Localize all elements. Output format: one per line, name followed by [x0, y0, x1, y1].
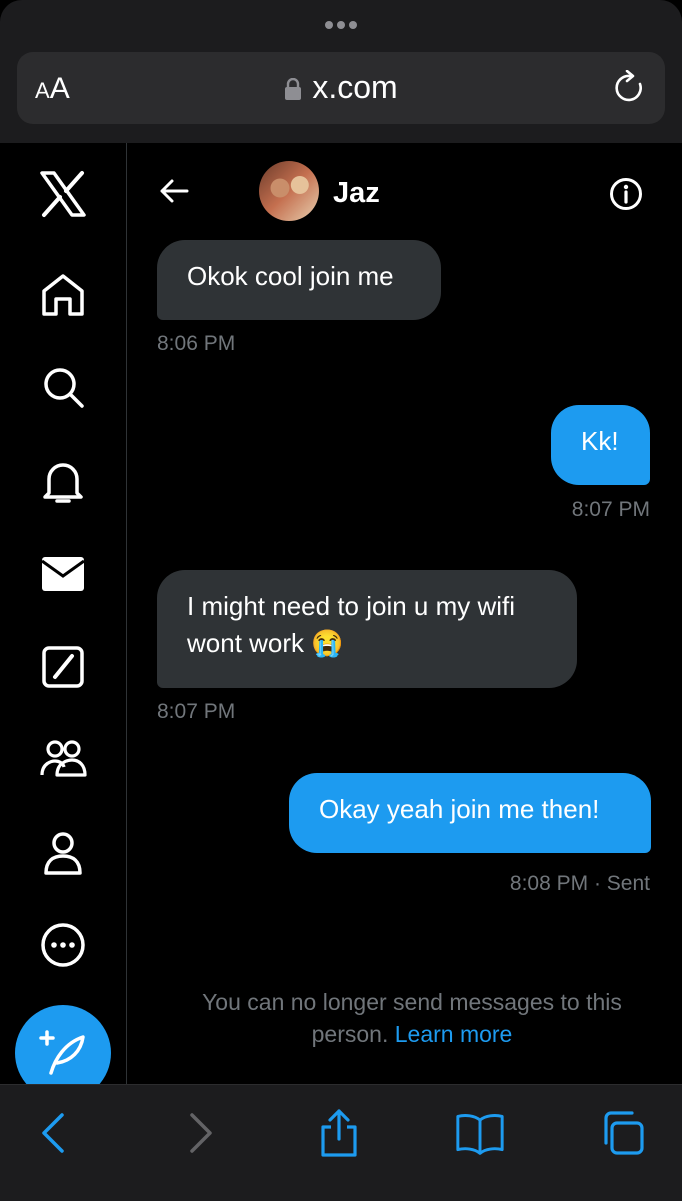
message-timestamp-status: 8:08 PM · Sent — [509, 872, 650, 895]
url-text: x.com — [312, 69, 398, 105]
bookmarks-icon[interactable] — [456, 1109, 504, 1157]
back-arrow-icon[interactable] — [159, 176, 189, 206]
browser-bottom-toolbar — [0, 1084, 682, 1201]
message-text-line: wont work 😭 — [187, 628, 344, 658]
address-bar[interactable]: AA x.com — [17, 52, 665, 124]
message-bubble-incoming[interactable]: I might need to join u my wifi wont work… — [157, 570, 577, 688]
conversation-panel: Jaz Okok cool join me 8:06 PM Kk! 8:07 P… — [127, 143, 682, 1084]
conversation-header: Jaz — [127, 143, 682, 241]
communities-icon[interactable] — [39, 735, 87, 783]
home-icon[interactable] — [39, 271, 87, 319]
message-bubble-outgoing[interactable]: Kk! — [551, 405, 650, 485]
message-timestamp: 8:07 PM — [571, 498, 650, 521]
search-icon[interactable] — [39, 363, 87, 411]
reload-icon[interactable] — [613, 70, 647, 106]
more-dots-icon[interactable] — [0, 16, 682, 34]
message-text-line: I might need to join u my wifi — [187, 591, 516, 621]
grok-icon[interactable] — [39, 643, 87, 691]
notice-text: You can no longer send messages to this — [202, 989, 622, 1015]
more-icon[interactable] — [39, 921, 87, 969]
message-timestamp: 8:07 PM — [157, 700, 236, 723]
notice-text: person. — [311, 1021, 389, 1047]
lock-icon — [285, 78, 302, 100]
back-icon[interactable] — [30, 1109, 78, 1157]
mail-icon[interactable] — [39, 549, 87, 597]
contact-name[interactable]: Jaz — [333, 177, 380, 210]
cannot-message-notice: You can no longer send messages to this … — [167, 986, 657, 1050]
message-bubble-incoming[interactable]: Okok cool join me — [157, 240, 441, 320]
avatar[interactable] — [259, 161, 319, 221]
forward-icon[interactable] — [176, 1109, 224, 1157]
message-timestamp: 8:06 PM — [157, 332, 236, 355]
info-icon[interactable] — [609, 177, 643, 211]
x-logo-icon[interactable] — [39, 170, 87, 218]
share-icon[interactable] — [315, 1109, 363, 1157]
browser-top-bar: AA x.com — [0, 0, 682, 143]
message-bubble-outgoing[interactable]: Okay yeah join me then! — [289, 773, 651, 853]
side-navigation — [0, 143, 127, 1101]
learn-more-link[interactable]: Learn more — [395, 1021, 513, 1047]
compose-post-icon — [39, 1030, 85, 1075]
bell-icon[interactable] — [39, 457, 87, 505]
tabs-icon[interactable] — [598, 1109, 646, 1157]
profile-icon[interactable] — [39, 829, 87, 877]
